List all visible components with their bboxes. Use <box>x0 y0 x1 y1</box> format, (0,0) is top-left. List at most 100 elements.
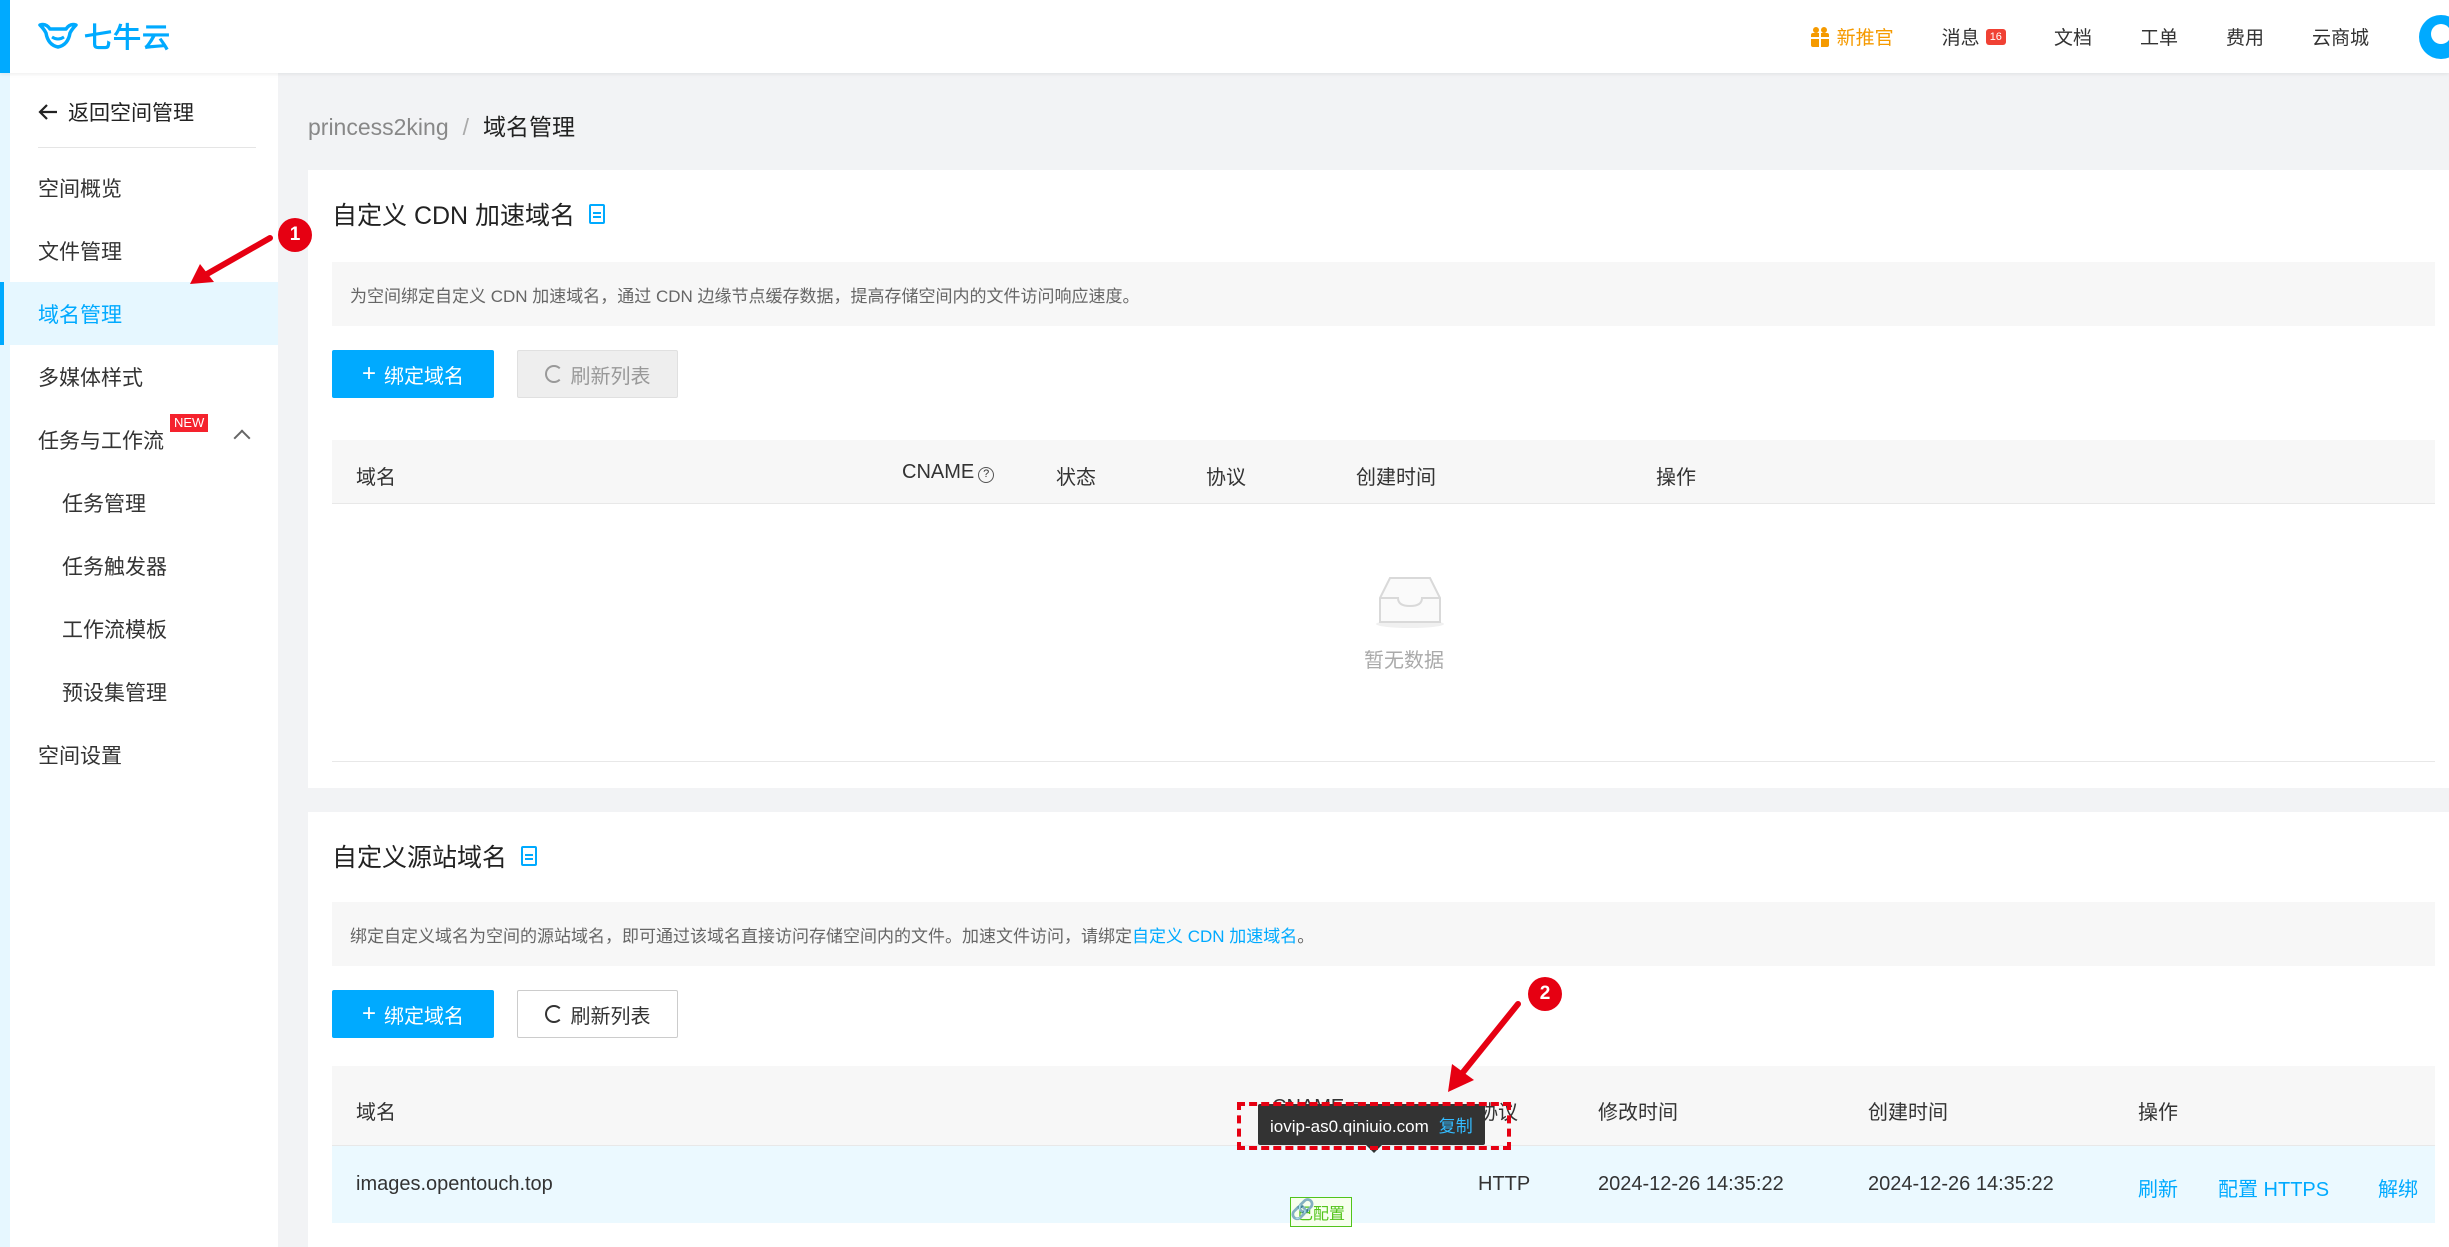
column-cname: CNAME? <box>902 461 995 484</box>
refresh-icon <box>544 1005 563 1023</box>
sidebar-item-workflows[interactable]: 任务与工作流 NEW <box>10 408 278 471</box>
sidebar-item-label: 域名管理 <box>38 303 122 327</box>
column-domain: 域名 <box>356 467 396 489</box>
row-modified-time: 2024-12-26 14:35:22 <box>1598 1173 1784 1195</box>
column-cname-label: CNAME <box>902 461 975 483</box>
breadcrumb-current: 域名管理 <box>483 114 576 140</box>
column-actions: 操作 <box>2138 1102 2178 1124</box>
sidebar-item-bucket-settings[interactable]: 空间设置 <box>10 723 278 786</box>
origin-title-text: 自定义源站域名 <box>332 844 508 872</box>
nav-messages[interactable]: 消息 16 <box>1942 23 2006 50</box>
cdn-domain-card: 自定义 CDN 加速域名 为空间绑定自定义 CDN 加速域名，通过 CDN 边缘… <box>308 170 2449 788</box>
sidebar-item-label: 多媒体样式 <box>38 366 143 390</box>
user-avatar[interactable] <box>2419 14 2449 59</box>
breadcrumb: princess2king / 域名管理 <box>308 108 575 142</box>
refresh-action-link[interactable]: 刷新 <box>2138 1173 2178 1202</box>
sidebar-item-presets[interactable]: 预设集管理 <box>10 660 278 723</box>
column-actions: 操作 <box>1656 467 1696 489</box>
annotation-arrow-1 <box>190 235 273 284</box>
help-icon[interactable]: ? <box>978 467 995 483</box>
document-icon[interactable] <box>589 204 606 224</box>
nav-promo-label: 新推官 <box>1836 28 1894 49</box>
cdn-info-box: 为空间绑定自定义 CDN 加速域名，通过 CDN 边缘节点缓存数据，提高存储空间… <box>332 262 2435 326</box>
nav-market[interactable]: 云商城 <box>2312 23 2369 50</box>
column-status: 状态 <box>1056 467 1096 489</box>
cdn-table-header: 域名 CNAME? 状态 协议 创建时间 操作 <box>332 440 2435 504</box>
arrow-left-icon <box>38 104 57 120</box>
nav-promo[interactable]: 新推官 <box>1809 23 1894 50</box>
origin-bind-domain-button[interactable]: + 绑定域名 <box>332 990 494 1038</box>
empty-state-text: 暂无数据 <box>1364 650 1444 672</box>
cdn-domain-link[interactable]: 自定义 CDN 加速域名 <box>1132 922 1297 947</box>
refresh-icon <box>544 365 563 383</box>
sidebar-item-label: 预设集管理 <box>62 681 167 705</box>
back-to-bucket-list-link[interactable]: 返回空间管理 <box>38 97 194 127</box>
row-created-time: 2024-12-26 14:35:22 <box>1868 1173 2054 1195</box>
messages-count-badge: 16 <box>1985 28 2006 45</box>
document-icon[interactable] <box>521 846 538 866</box>
new-badge: NEW <box>170 414 209 432</box>
column-modified-time: 修改时间 <box>1598 1102 1678 1124</box>
button-label: 绑定域名 <box>384 1005 464 1028</box>
button-label: 刷新列表 <box>570 1005 651 1028</box>
cdn-refresh-list-button[interactable]: 刷新列表 <box>517 350 678 398</box>
annotation-arrow-2 <box>1448 1001 1521 1092</box>
nav-billing[interactable]: 费用 <box>2226 23 2264 50</box>
qiniu-logo-icon <box>38 22 78 49</box>
annotation-marker-2: 2 <box>1528 977 1562 1011</box>
link-icon[interactable]: 🔗 <box>1290 1197 1315 1222</box>
origin-info-box: 绑定自定义域名为空间的源站域名，即可通过该域名直接访问存储空间内的文件。加速文件… <box>332 902 2435 966</box>
breadcrumb-bucket[interactable]: princess2king <box>308 114 449 140</box>
cdn-section-title: 自定义 CDN 加速域名 <box>332 196 606 232</box>
chevron-up-icon[interactable] <box>233 429 251 447</box>
sidebar-divider <box>38 147 256 148</box>
table-row: images.opentouch.top 已配置 🔗 HTTP 2024-12-… <box>332 1146 2435 1227</box>
nav-tickets[interactable]: 工单 <box>2140 23 2178 50</box>
plus-icon: + <box>361 360 376 387</box>
configure-https-link[interactable]: 配置 HTTPS <box>2218 1173 2329 1202</box>
sidebar-item-label: 工作流模板 <box>62 618 167 642</box>
annotation-marker-1: 1 <box>278 218 312 252</box>
origin-domain-card: 自定义源站域名 绑定自定义域名为空间的源站域名，即可通过该域名直接访问存储空间内… <box>308 812 2449 1247</box>
cdn-bind-domain-button[interactable]: + 绑定域名 <box>332 350 494 398</box>
sidebar-item-label: 任务触发器 <box>62 555 167 579</box>
top-nav-links: 新推官 消息 16 文档 工单 费用 云商城 <box>1761 0 2449 73</box>
top-navigation-bar: 七牛云 新推官 消息 16 文档 工单 费用 云商城 <box>0 0 2449 73</box>
sidebar-item-tasks[interactable]: 任务管理 <box>10 471 278 534</box>
unbind-link[interactable]: 解绑 <box>2378 1173 2418 1202</box>
empty-inbox-icon <box>1376 577 1444 628</box>
origin-description-prefix: 绑定自定义域名为空间的源站域名，即可通过该域名直接访问存储空间内的文件。加速文件… <box>350 926 1132 946</box>
cdn-title-text: 自定义 CDN 加速域名 <box>332 202 576 230</box>
origin-refresh-list-button[interactable]: 刷新列表 <box>517 990 678 1038</box>
button-label: 刷新列表 <box>570 365 651 388</box>
sidebar-item-workflow-templates[interactable]: 工作流模板 <box>10 597 278 660</box>
nav-docs[interactable]: 文档 <box>2054 23 2092 50</box>
sidebar-item-label: 任务与工作流 <box>38 429 164 453</box>
nav-messages-label: 消息 <box>1941 28 1980 49</box>
column-domain: 域名 <box>356 1102 396 1124</box>
annotation-highlight-box <box>1237 1102 1511 1150</box>
sidebar-item-domains[interactable]: 域名管理 <box>0 282 278 345</box>
column-created-time: 创建时间 <box>1868 1102 1948 1124</box>
origin-section-title: 自定义源站域名 <box>332 838 538 874</box>
breadcrumb-separator: / <box>462 114 470 140</box>
sidebar-item-label: 空间设置 <box>38 744 122 768</box>
sidebar-item-label: 任务管理 <box>62 492 146 516</box>
row-protocol: HTTP <box>1478 1173 1531 1195</box>
sidebar-item-triggers[interactable]: 任务触发器 <box>10 534 278 597</box>
sidebar-item-label: 空间概览 <box>38 177 122 201</box>
column-created-time: 创建时间 <box>1356 467 1436 489</box>
gift-icon <box>1810 26 1829 47</box>
sidebar-item-label: 文件管理 <box>38 240 122 264</box>
column-protocol: 协议 <box>1206 467 1246 489</box>
cdn-description: 为空间绑定自定义 CDN 加速域名，通过 CDN 边缘节点缓存数据，提高存储空间… <box>350 286 1140 306</box>
top-accent-strip <box>0 0 10 73</box>
origin-description-suffix: 。 <box>1297 926 1315 946</box>
row-domain: images.opentouch.top <box>356 1173 553 1195</box>
plus-icon: + <box>361 1000 376 1027</box>
button-label: 绑定域名 <box>384 365 464 388</box>
sidebar-item-overview[interactable]: 空间概览 <box>10 156 278 219</box>
qiniu-logo[interactable]: 七牛云 <box>38 18 171 54</box>
sidebar-item-media-styles[interactable]: 多媒体样式 <box>10 345 278 408</box>
back-link-label: 返回空间管理 <box>68 102 194 125</box>
